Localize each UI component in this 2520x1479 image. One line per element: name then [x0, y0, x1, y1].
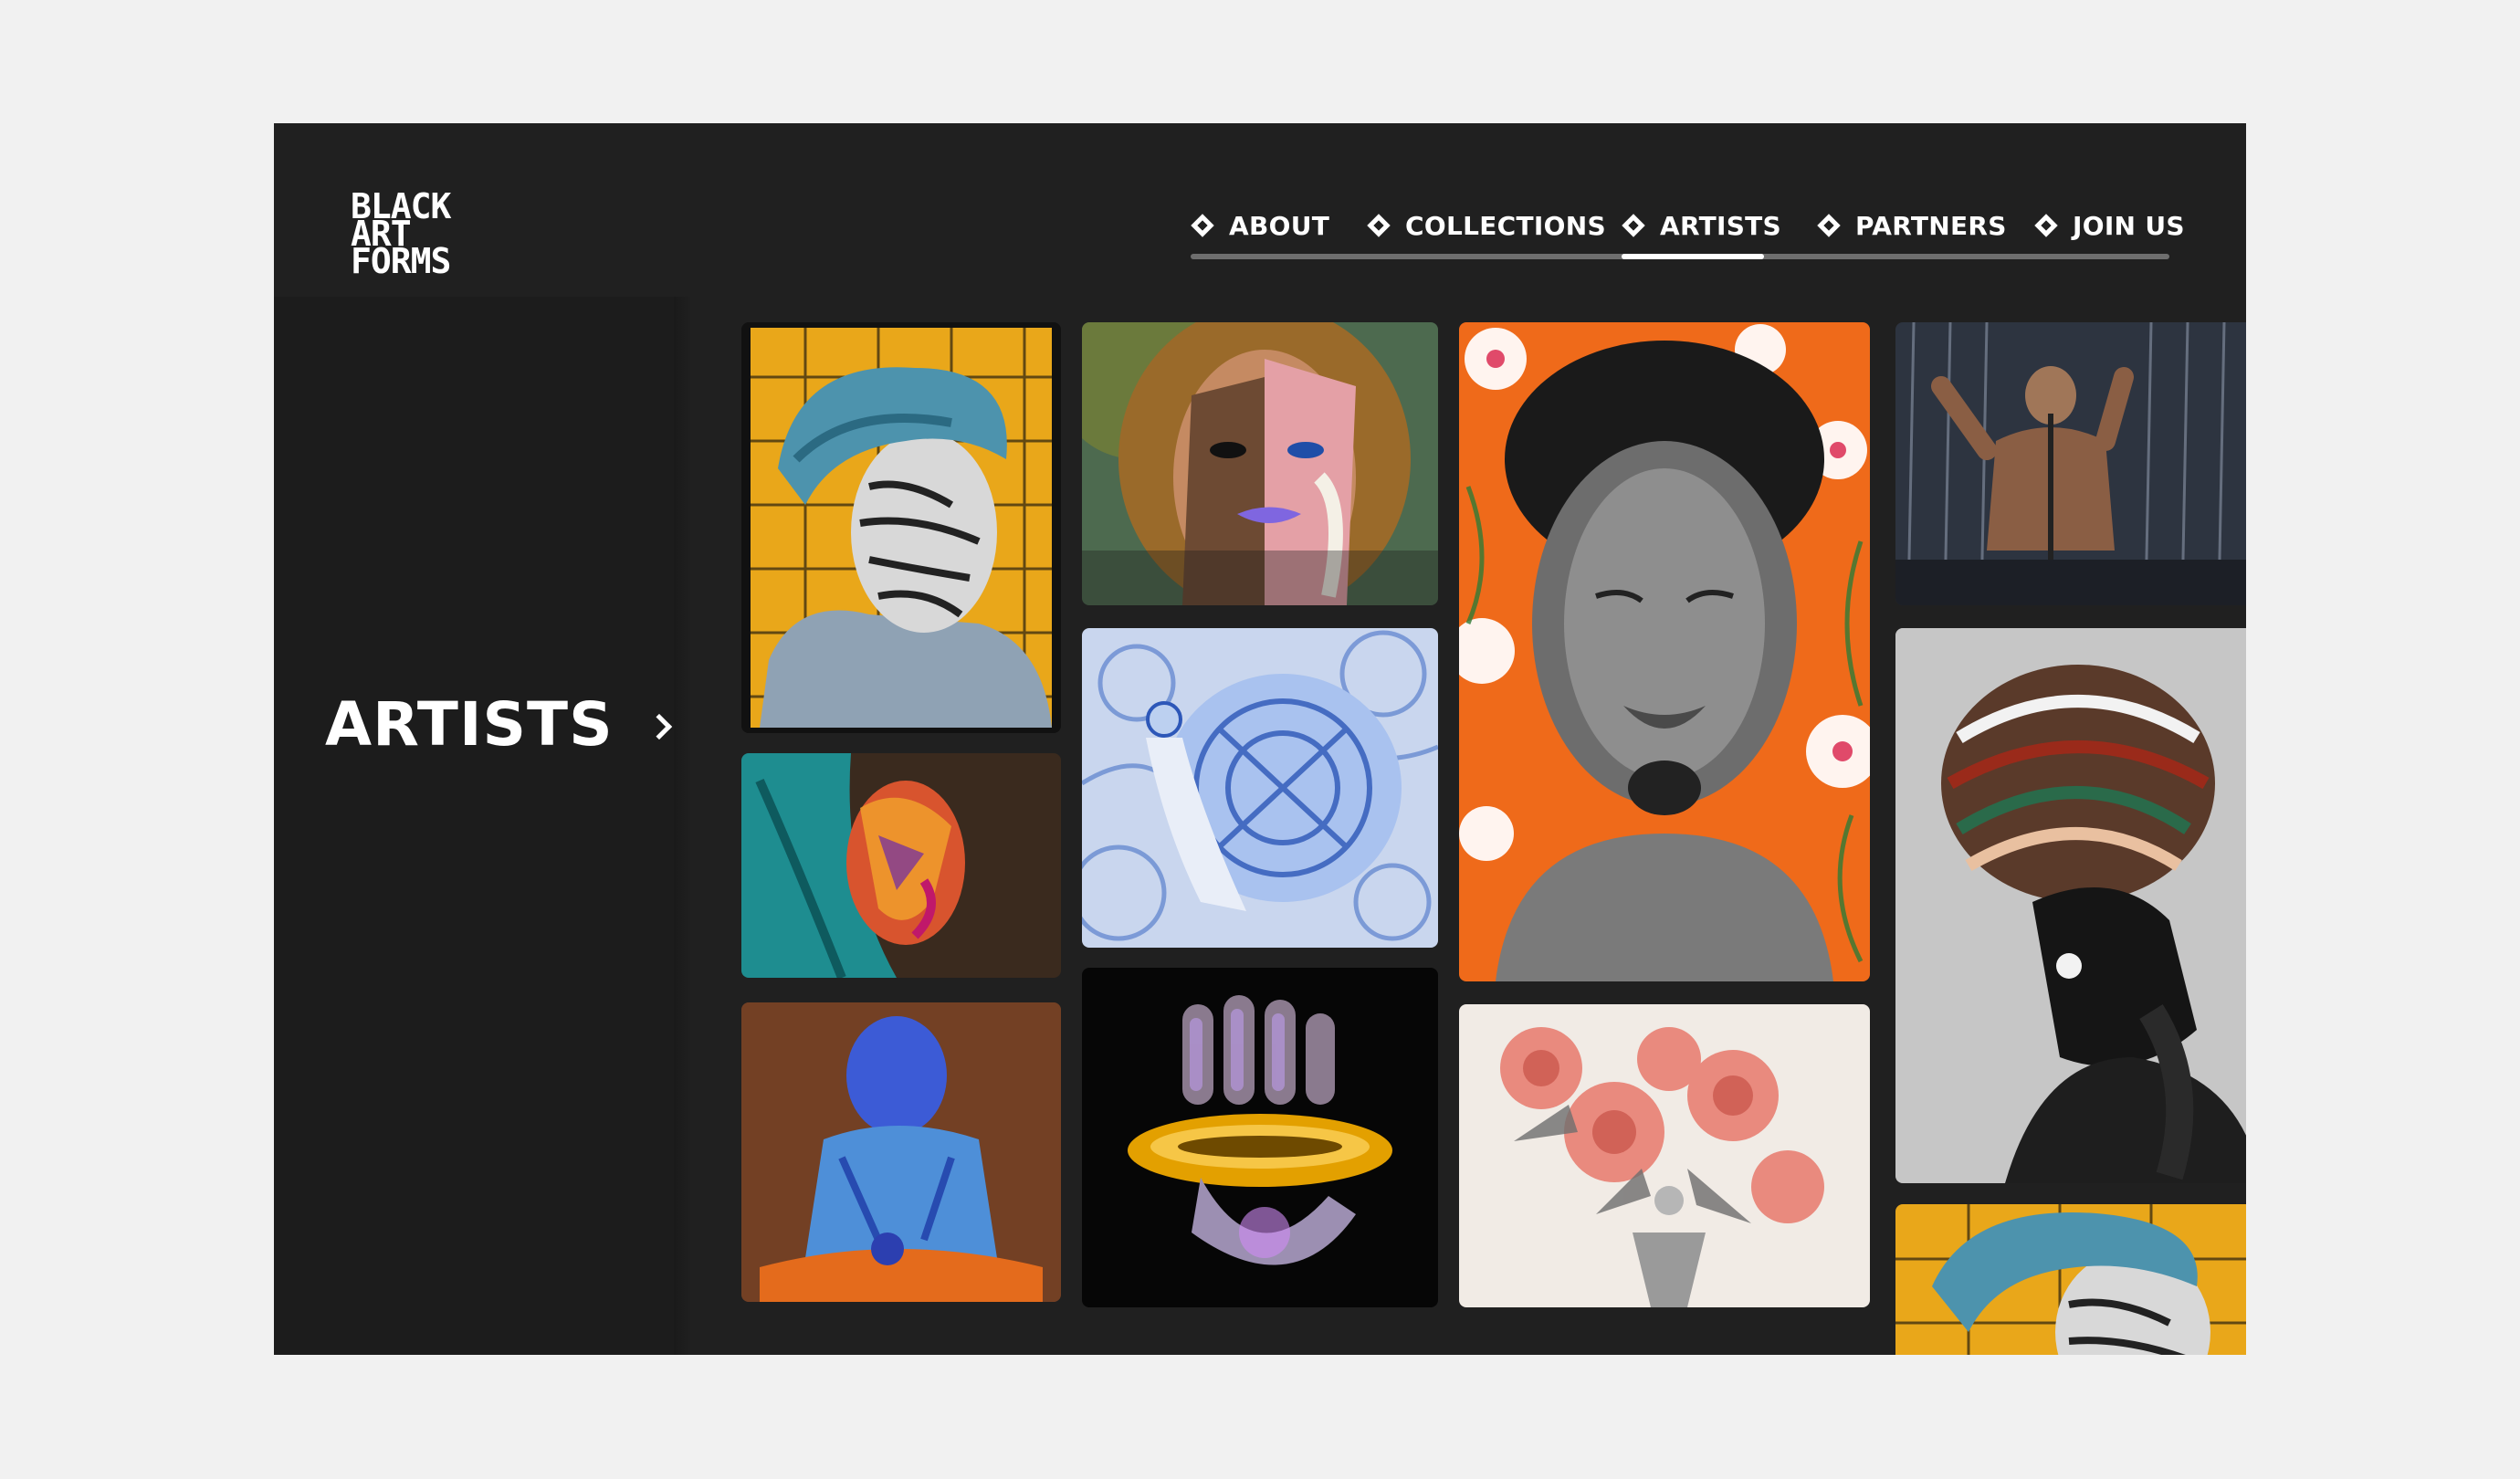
artwork-tile-patterned-headwrap[interactable]	[1895, 628, 2246, 1183]
artwork-tile-charcoal-portrait[interactable]	[1459, 322, 1870, 981]
diamond-icon	[1367, 214, 1391, 237]
artwork-tile-turban-portrait[interactable]	[741, 322, 1061, 733]
diamond-icon	[1817, 214, 1841, 237]
nav-item-join-us[interactable]: JOIN US	[2034, 189, 2185, 262]
nav-item-partners[interactable]: PARTNERS	[1817, 189, 2007, 262]
nav-label: PARTNERS	[1855, 210, 2007, 241]
artwork-tile-blue-seated-figure[interactable]	[741, 1002, 1061, 1302]
nav-label: ABOUT	[1229, 210, 1330, 241]
artwork-tile-turban-portrait-repeat[interactable]	[1895, 1204, 2246, 1355]
nav-item-collections[interactable]: COLLECTIONS	[1367, 189, 1606, 262]
artwork-tile-flower-bouquet[interactable]	[1459, 1004, 1870, 1307]
nav-item-artists[interactable]: ARTISTS	[1622, 189, 1781, 262]
artwork-tile-abstract-face[interactable]	[1082, 322, 1438, 605]
section-title: ARTISTS	[325, 689, 614, 760]
sidebar-divider	[674, 297, 692, 1355]
nav-label: JOIN US	[2073, 210, 2185, 241]
artwork-tile-chrome-hand[interactable]	[1082, 968, 1438, 1307]
app-frame: BLACK ART FORMS ABOUT COLLECTIONS ARTIST…	[274, 123, 2246, 1355]
artists-section-link[interactable]: ARTISTS	[325, 689, 672, 760]
diamond-icon	[2034, 214, 2058, 237]
nav-active-indicator	[1622, 254, 1764, 259]
diamond-icon	[1622, 214, 1645, 237]
artwork-tile-blue-floral-figure[interactable]	[1082, 628, 1438, 948]
artwork-tile-teal-headscarf[interactable]	[741, 753, 1061, 978]
diamond-icon	[1191, 214, 1214, 237]
chevron-right-icon	[646, 713, 672, 740]
nav-label: ARTISTS	[1660, 210, 1782, 241]
black-art-forms-logo[interactable]: BLACK ART FORMS	[351, 189, 451, 281]
sidebar	[274, 297, 674, 1355]
nav-label: COLLECTIONS	[1405, 210, 1606, 241]
nav-item-about[interactable]: ABOUT	[1191, 189, 1329, 262]
artwork-tile-rain-performer[interactable]	[1895, 322, 2246, 605]
logo-line-3: FORMS	[351, 241, 451, 281]
